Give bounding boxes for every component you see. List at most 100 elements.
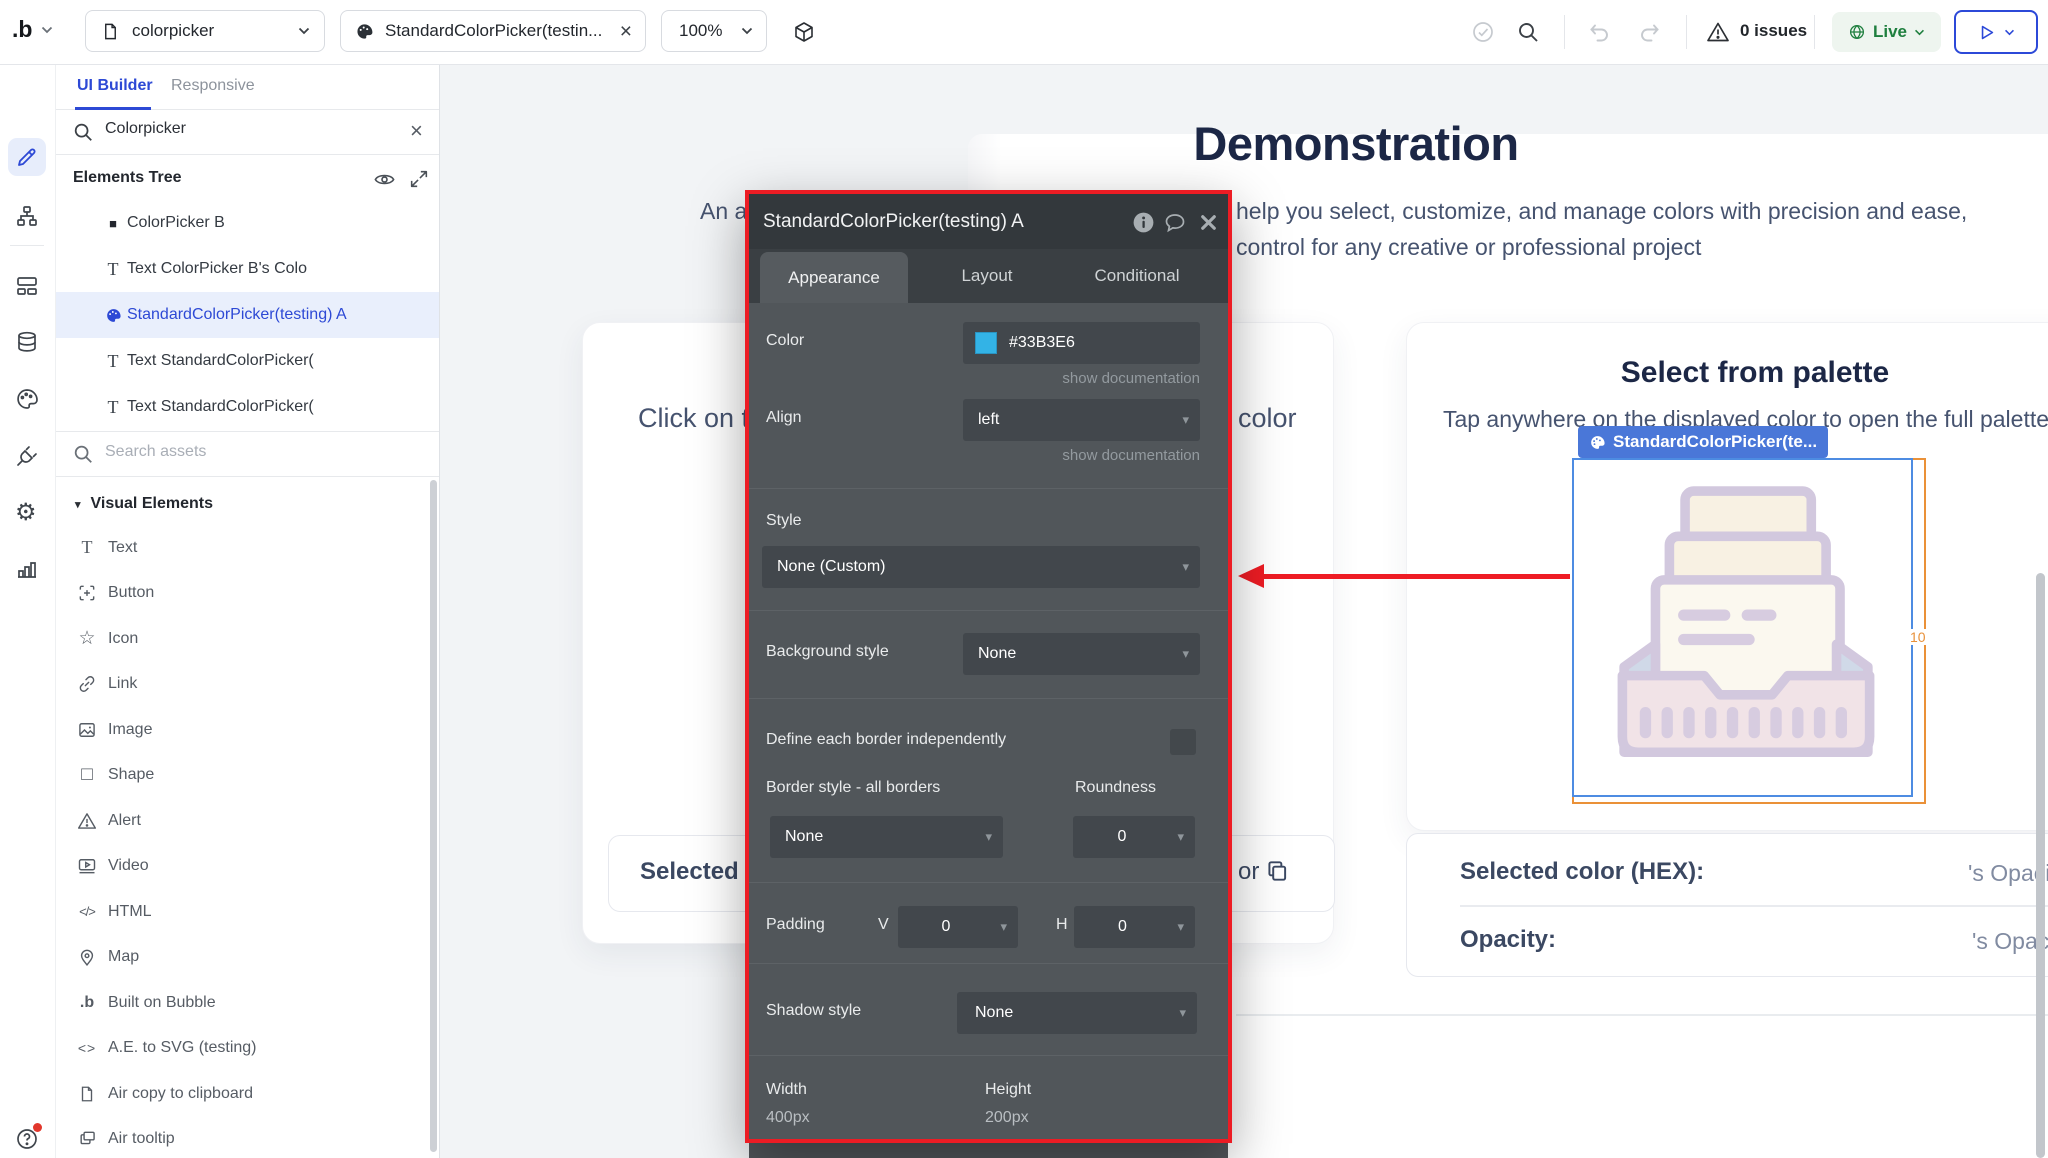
close-icon[interactable]: [1198, 212, 1219, 233]
zoom-dropdown[interactable]: 100%: [661, 10, 767, 52]
tab-appearance[interactable]: Appearance: [760, 252, 908, 303]
visual-elements-list: T Text Button ☆ Icon Link Image □ Shape: [55, 525, 439, 1158]
tab-layout[interactable]: Layout: [917, 249, 1057, 303]
element-name-chip[interactable]: StandardColorPicker(te...: [1578, 426, 1828, 458]
bubble-editor: Demonstration An a help you select, cust…: [0, 0, 2048, 1158]
element-search-row: ×: [55, 110, 439, 155]
assets-search-row: [55, 431, 439, 477]
width-label: Width: [766, 1081, 807, 1099]
palette-item-ae-to-svg[interactable]: <> A.E. to SVG (testing): [55, 1026, 439, 1072]
text-icon: T: [102, 351, 124, 372]
style-dropdown[interactable]: None (Custom) ▾: [762, 546, 1200, 588]
expand-icon[interactable]: [408, 168, 430, 190]
palette-item-built-on-bubble[interactable]: .b Built on Bubble: [55, 980, 439, 1026]
page-title: Demonstration: [1026, 116, 1686, 171]
search-icon: [72, 121, 94, 143]
show-documentation-link[interactable]: show documentation: [1062, 447, 1200, 464]
page-icon: [101, 22, 120, 41]
copy-icon[interactable]: [1264, 858, 1290, 884]
palette-item-icon[interactable]: ☆ Icon: [55, 616, 439, 662]
colorpicker-element[interactable]: [1572, 458, 1913, 797]
bubble-logo[interactable]: .b: [12, 16, 53, 43]
top-toolbar: .b colorpicker StandardColorPicker(testi…: [0, 0, 2048, 65]
element-tab[interactable]: StandardColorPicker(testin... ×: [340, 10, 646, 52]
palette-item-html[interactable]: </> HTML: [55, 889, 439, 935]
close-icon[interactable]: ×: [410, 118, 423, 144]
shape-icon: □: [75, 764, 99, 786]
show-documentation-link[interactable]: show documentation: [1062, 370, 1200, 387]
styles-palette-icon[interactable]: [15, 387, 39, 411]
style-field-label: Style: [766, 512, 802, 530]
chevron-down-icon: ▾: [1182, 546, 1189, 588]
visual-elements-header[interactable]: ▾ Visual Elements: [75, 489, 415, 519]
live-environment-dropdown[interactable]: Live: [1832, 12, 1941, 52]
canvas-scrollbar[interactable]: [2036, 573, 2045, 1158]
align-dropdown[interactable]: left ▾: [963, 399, 1200, 441]
page-selector-dropdown[interactable]: colorpicker: [85, 10, 325, 52]
palette-item-image[interactable]: Image: [55, 707, 439, 753]
tree-item-colorpicker-b[interactable]: ■ ColorPicker B: [55, 200, 439, 246]
issues-count[interactable]: 0 issues: [1740, 21, 1807, 41]
preview-run-button[interactable]: [1954, 10, 2038, 54]
tree-item-text[interactable]: T Text ColorPicker B's Colo: [55, 246, 439, 292]
plugins-icon[interactable]: [15, 444, 39, 468]
comment-icon[interactable]: [1163, 211, 1187, 235]
shadow-style-label: Shadow style: [766, 1002, 861, 1020]
workflow-icon[interactable]: [15, 204, 39, 228]
close-icon[interactable]: ×: [620, 21, 632, 42]
left-icon-rail: ⚙: [0, 64, 56, 1158]
border-style-label: Border style - all borders: [766, 779, 940, 797]
palette-item-video[interactable]: Video: [55, 844, 439, 890]
eye-icon[interactable]: [373, 168, 396, 191]
zoom-level: 100%: [679, 21, 722, 41]
measure-label: 10: [1909, 629, 1927, 645]
settings-gear-icon[interactable]: ⚙: [15, 501, 37, 525]
define-borders-checkbox[interactable]: [1170, 729, 1196, 755]
color-swatch[interactable]: [975, 332, 997, 354]
component-cube-icon[interactable]: [792, 20, 816, 44]
notification-dot: [33, 1123, 42, 1132]
tab-conditional[interactable]: Conditional: [1067, 249, 1207, 303]
color-input[interactable]: #33B3E6: [963, 322, 1200, 364]
image-icon: [75, 720, 99, 740]
panel-scrollbar[interactable]: [430, 480, 437, 1152]
border-style-dropdown[interactable]: None ▾: [770, 816, 1003, 858]
database-icon[interactable]: [15, 330, 39, 354]
palette-item-link[interactable]: Link: [55, 662, 439, 708]
annotation-arrow-line: [1260, 574, 1570, 579]
tab-ui-builder[interactable]: UI Builder: [77, 77, 153, 95]
inspector-body: Color #33B3E6 show documentation Align l…: [749, 303, 1228, 1139]
padding-h-dropdown[interactable]: 0 ▾: [1074, 906, 1195, 948]
inspector-header[interactable]: StandardColorPicker(testing) A: [749, 194, 1228, 249]
search-icon[interactable]: [1516, 20, 1540, 44]
design-pencil-icon[interactable]: [15, 145, 39, 169]
star-icon: ☆: [75, 627, 99, 650]
palette-item-map[interactable]: Map: [55, 935, 439, 981]
logs-chart-icon[interactable]: [15, 557, 39, 581]
text-icon: T: [102, 397, 124, 418]
border-style-value: None: [785, 828, 823, 845]
padding-v-dropdown[interactable]: 0 ▾: [898, 906, 1018, 948]
element-tab-label: StandardColorPicker(testin...: [385, 21, 602, 41]
palette-item-air-copy[interactable]: Air copy to clipboard: [55, 1071, 439, 1117]
info-icon[interactable]: [1131, 210, 1156, 235]
padding-h-value: 0: [1118, 918, 1127, 935]
palette-item-button[interactable]: Button: [55, 571, 439, 617]
tab-responsive[interactable]: Responsive: [171, 77, 255, 95]
elements-tree-header: Elements Tree: [55, 160, 439, 200]
components-icon[interactable]: [15, 274, 39, 298]
roundness-dropdown[interactable]: 0 ▾: [1073, 816, 1195, 858]
assets-search-input[interactable]: [103, 442, 387, 462]
palette-item-text[interactable]: T Text: [55, 525, 439, 571]
background-style-dropdown[interactable]: None ▾: [963, 633, 1200, 675]
shadow-style-dropdown[interactable]: None ▾: [957, 992, 1197, 1034]
palette-item-shape[interactable]: □ Shape: [55, 753, 439, 799]
palette-item-alert[interactable]: Alert: [55, 798, 439, 844]
tree-item-text[interactable]: T Text StandardColorPicker(: [55, 384, 439, 430]
tree-item-standardcolorpicker-selected[interactable]: StandardColorPicker(testing) A: [55, 292, 439, 338]
element-search-input[interactable]: [103, 119, 387, 139]
tree-item-text[interactable]: T Text StandardColorPicker(: [55, 338, 439, 384]
palette-item-air-tooltip[interactable]: Air tooltip: [55, 1117, 439, 1158]
style-value: None (Custom): [777, 558, 885, 575]
palette-icon: [102, 307, 124, 324]
